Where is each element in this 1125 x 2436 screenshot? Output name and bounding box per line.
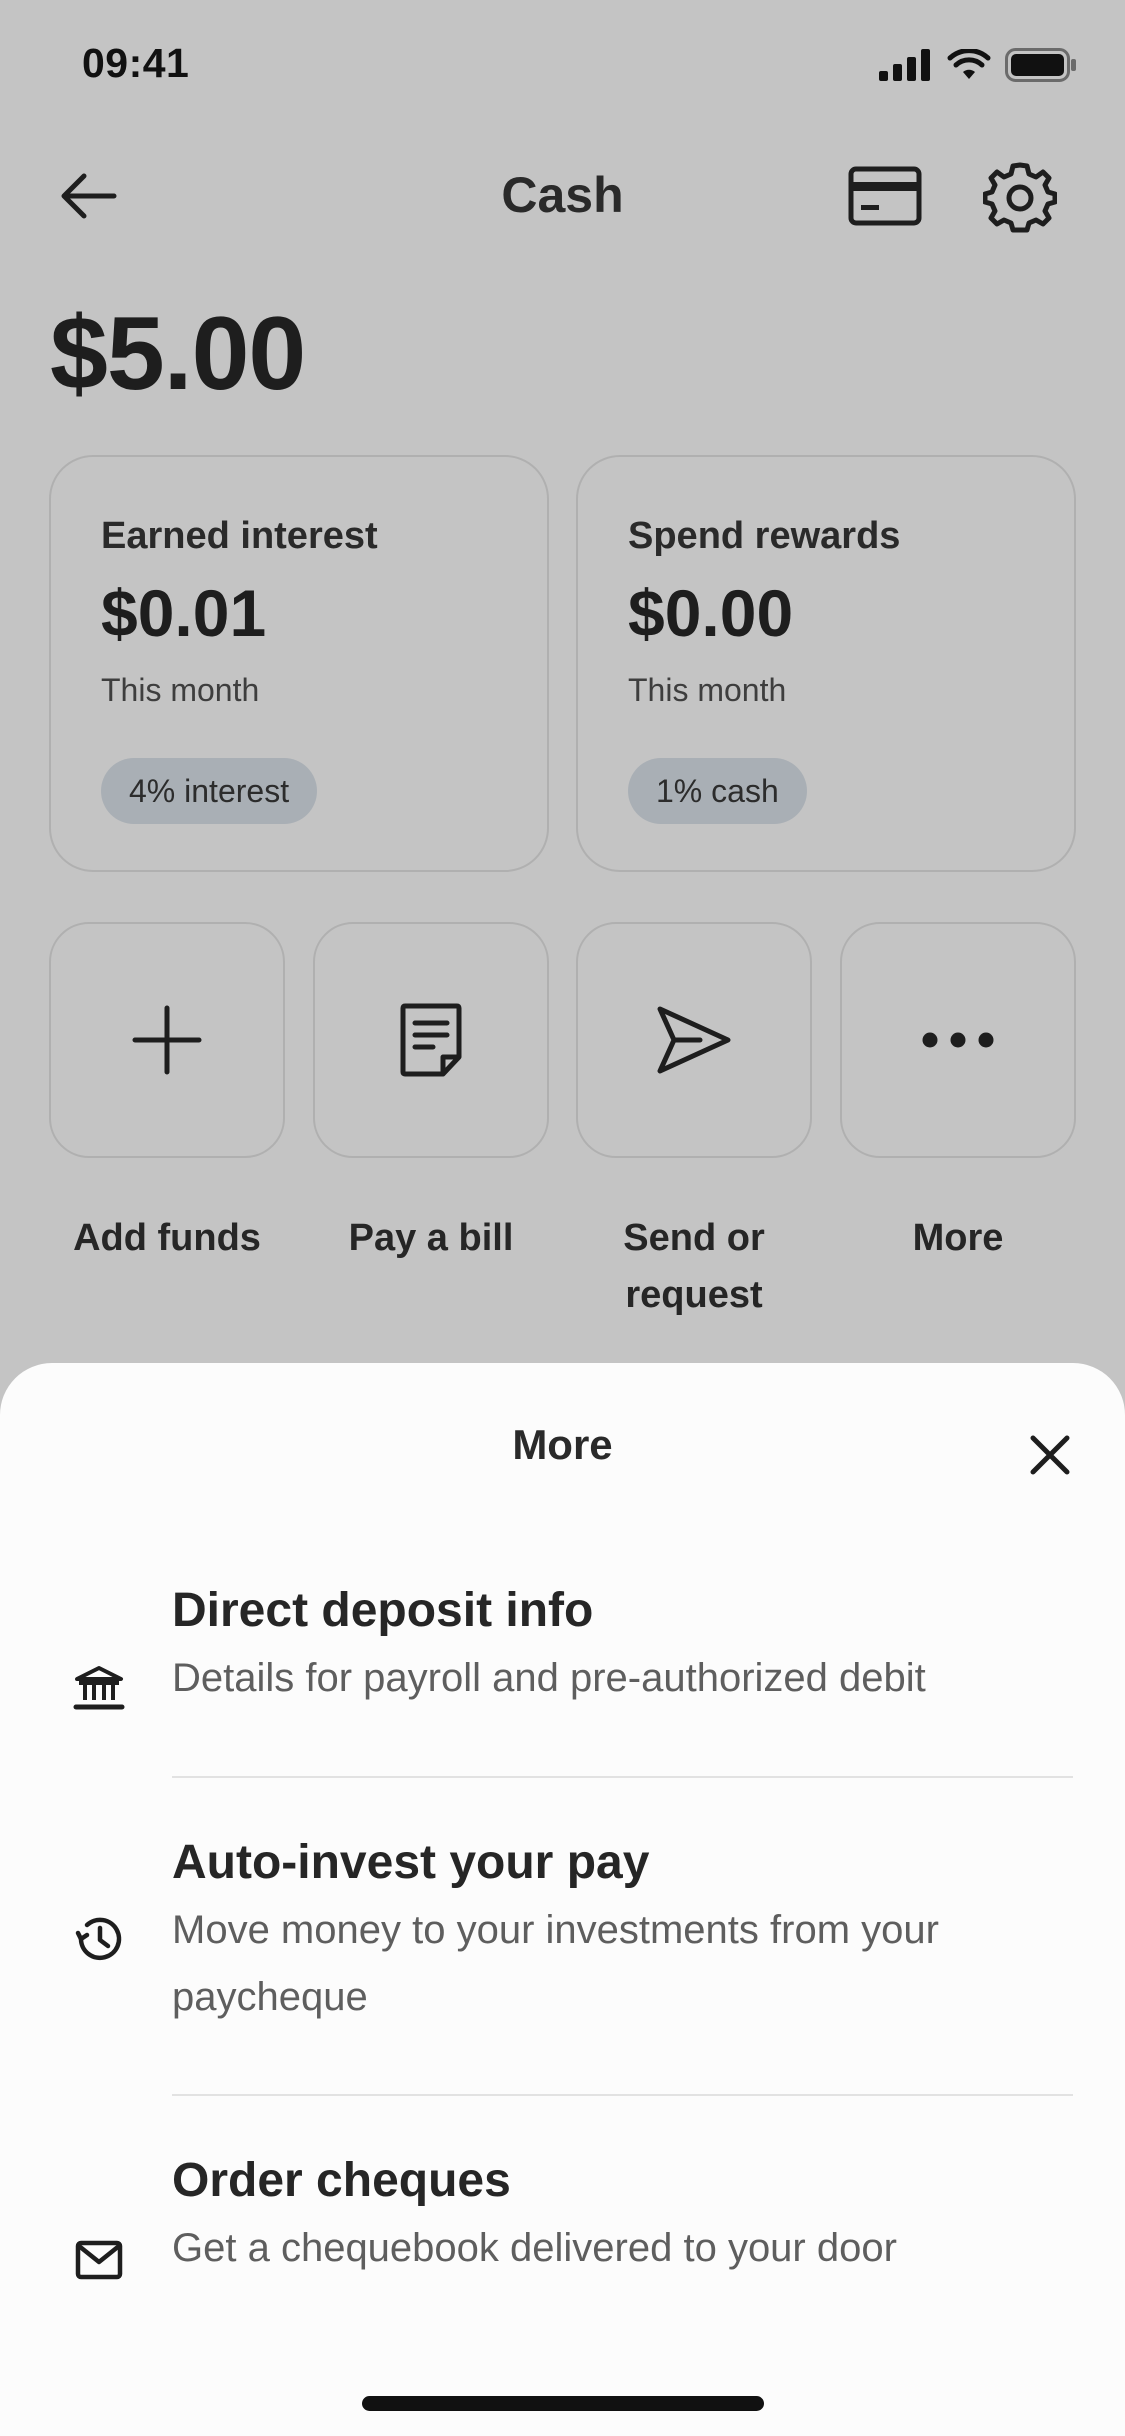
menu-item-description: Get a chequebook delivered to your door [172, 2226, 897, 2270]
card-label: Earned interest [101, 515, 378, 557]
auto-invest-your-pay-item[interactable]: Auto-invest your pay Move money to your … [0, 1835, 1125, 2045]
order-cheques-item[interactable]: Order cheques Get a chequebook delivered… [0, 2153, 1125, 2303]
page-title: Cash [501, 167, 624, 223]
earned-interest-card[interactable]: Earned interest $0.01 This month 4% inte… [49, 455, 549, 872]
menu-item-title: Direct deposit info [172, 1584, 594, 1637]
balance-amount: $5.00 [50, 296, 306, 412]
card-period: This month [628, 672, 787, 708]
close-button[interactable] [1010, 1415, 1090, 1495]
close-icon [1030, 1435, 1070, 1475]
interest-rate-badge: 4% interest [101, 758, 318, 824]
battery-icon [1005, 48, 1076, 82]
status-icons [879, 48, 1077, 82]
cash-rate-badge: 1% cash [628, 758, 807, 824]
menu-item-description: Details for payroll and pre-authorized d… [172, 1656, 926, 1700]
plus-icon [132, 1005, 202, 1075]
envelope-icon [70, 2231, 128, 2289]
send-or-request-button[interactable] [576, 922, 812, 1158]
more-bottom-sheet: More Direct deposit info Details for pay… [0, 1363, 1125, 2436]
document-icon [400, 1003, 462, 1077]
more-label: More [912, 1217, 1004, 1259]
more-dots-icon [922, 1032, 994, 1048]
wifi-icon [947, 49, 991, 79]
menu-item-description: Move money to your investments from your… [172, 1908, 939, 2019]
settings-button[interactable] [975, 152, 1065, 242]
send-icon [657, 1006, 731, 1074]
menu-item-title: Order cheques [172, 2154, 511, 2207]
sheet-title: More [512, 1421, 613, 1468]
spend-rewards-card[interactable]: Spend rewards $0.00 This month 1% cash [576, 455, 1076, 872]
card-label: Spend rewards [628, 515, 901, 557]
more-button[interactable] [840, 922, 1076, 1158]
card-period: This month [101, 672, 260, 708]
divider [172, 2094, 1073, 2096]
cellular-signal-icon [879, 49, 930, 81]
credit-card-icon [848, 166, 922, 226]
pay-a-bill-label: Pay a bill [348, 1217, 514, 1259]
divider [172, 1776, 1073, 1778]
card-value: $0.01 [101, 576, 267, 650]
nav-bar: Cash [0, 140, 1125, 250]
status-bar: 09:41 [0, 0, 1125, 135]
send-or-request-label: Send or request [623, 1217, 765, 1316]
status-time: 09:41 [82, 40, 190, 86]
direct-deposit-info-item[interactable]: Direct deposit info Details for payroll … [0, 1583, 1125, 1723]
home-indicator [362, 2396, 764, 2411]
gear-icon [983, 162, 1057, 233]
history-icon [70, 1910, 128, 1968]
menu-item-title: Auto-invest your pay [172, 1836, 650, 1889]
add-funds-button[interactable] [49, 922, 285, 1158]
pay-a-bill-button[interactable] [313, 922, 549, 1158]
add-funds-label: Add funds [73, 1217, 261, 1259]
card-button[interactable] [840, 156, 930, 236]
card-value: $0.00 [628, 576, 794, 650]
bank-icon [70, 1659, 128, 1717]
